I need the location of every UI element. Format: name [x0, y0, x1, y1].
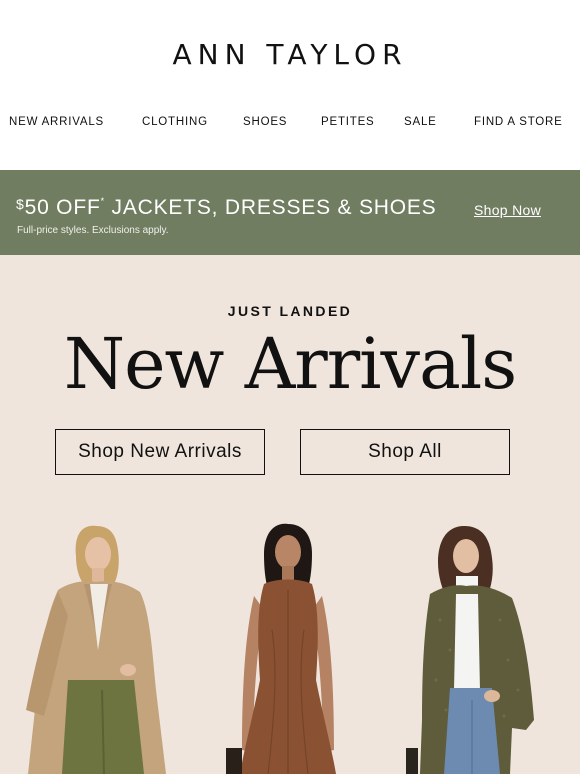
nav-item-clothing[interactable]: CLOTHING [142, 116, 208, 128]
nav-item-petites[interactable]: PETITES [321, 116, 375, 128]
model-leather-dress-image[interactable] [212, 520, 362, 774]
brand-logo[interactable]: ANN TAYLOR [0, 38, 580, 71]
promo-subtext: Full-price styles. Exclusions apply. [17, 225, 169, 236]
promo-shop-now-link[interactable]: Shop Now [474, 202, 541, 218]
nav-item-find-a-store[interactable]: FIND A STORE [474, 116, 563, 128]
nav-item-new-arrivals[interactable]: NEW ARRIVALS [9, 116, 104, 128]
model-tweed-blazer-image[interactable] [400, 520, 550, 774]
shop-all-button[interactable]: Shop All [300, 429, 510, 475]
promo-headline-rest: JACKETS, DRESSES & SHOES [104, 196, 437, 219]
promo-amount: 50 OFF [24, 196, 101, 219]
hero-title: New Arrivals [63, 323, 517, 405]
promo-dollar: $ [16, 196, 25, 212]
shop-new-arrivals-button[interactable]: Shop New Arrivals [55, 429, 265, 475]
nav-item-sale[interactable]: SALE [404, 116, 437, 128]
header: ANN TAYLOR NEW ARRIVALS CLOTHING SHOES P… [0, 0, 580, 170]
promo-headline[interactable]: $50 OFF* JACKETS, DRESSES & SHOES [16, 196, 436, 220]
hero-section: JUST LANDED New Arrivals Shop New Arriva… [0, 255, 580, 774]
nav-item-shoes[interactable]: SHOES [243, 116, 287, 128]
main-nav: NEW ARRIVALS CLOTHING SHOES PETITES SALE… [0, 116, 580, 134]
model-trench-coat-image[interactable] [18, 520, 178, 774]
hero-eyebrow: JUST LANDED [227, 303, 353, 319]
